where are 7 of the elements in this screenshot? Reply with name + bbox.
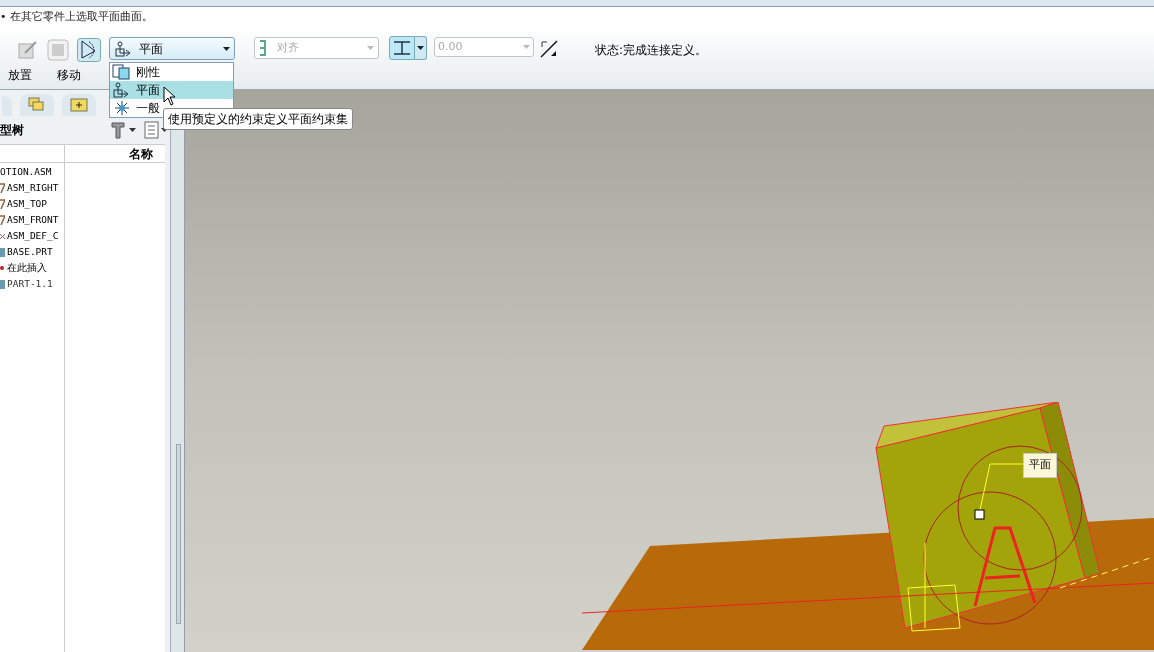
prompt-message: • 在其它零件上选取平面曲面。 [0,9,153,26]
align-value: 对齐 [277,39,299,56]
tooltip: 使用预定义的约束定义平面约束集 [163,108,353,130]
status-text: 状态:完成连接定义。 [595,42,708,59]
offset-value: 0.00 [438,38,464,55]
callout-label: 平面 [1023,453,1057,478]
panel-title: 型树 [0,122,24,139]
